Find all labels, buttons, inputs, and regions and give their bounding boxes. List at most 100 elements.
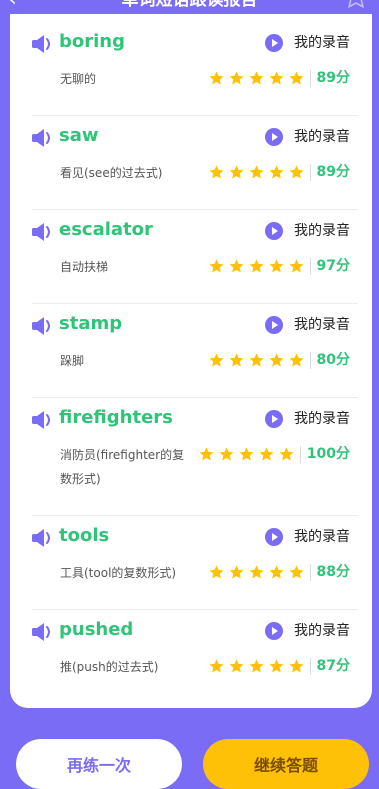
score-row: 88分 [208,560,350,584]
star-rating [208,70,308,87]
word-text: saw [59,125,99,146]
star-icon [249,258,263,272]
speaker-icon[interactable] [32,35,54,53]
speaker-icon[interactable] [32,129,54,147]
score-value: 89分 [316,164,350,180]
play-icon[interactable] [265,128,283,146]
star-icon [279,446,294,460]
list-item: pushed 我的录音 推(push的过去式) 87分 [10,610,372,704]
star-icon [269,352,283,366]
star-rating [198,446,298,463]
star-icon [269,164,283,178]
play-icon[interactable] [265,34,283,52]
list-item: saw 我的录音看见(see的过去式) 89分 [10,116,372,210]
score-row: 89分 [208,66,350,90]
star-icon [269,258,283,272]
score-separator [309,563,311,581]
play-icon[interactable] [265,410,283,428]
speaker-icon[interactable] [32,223,54,241]
score-value: 87分 [316,658,350,674]
speaker-icon[interactable] [32,411,54,429]
play-icon[interactable] [265,222,283,240]
my-recording-label: 我的录音 [294,623,350,639]
my-recording-button[interactable]: 我的录音 [265,219,350,243]
score-value: 89分 [316,70,350,86]
word-text: escalator [59,219,153,240]
report-card: boring 我的录音 无聊的 89分 saw 我的录音 看见(see的过去式) 89分 esc… [10,14,372,708]
star-rating [208,352,308,369]
star-icon [229,164,243,178]
my-recording-button[interactable]: 我的录音 [265,31,350,55]
my-recording-button[interactable]: 我的录音 [265,313,350,337]
my-recording-label: 我的录音 [294,317,350,333]
play-icon[interactable] [265,622,283,640]
score-separator [309,163,311,181]
my-recording-label: 我的录音 [294,129,350,145]
star-icon [259,446,274,460]
score-row: 80分 [208,348,350,372]
score-separator [309,257,311,275]
score-separator [309,351,311,369]
score-row: 97分 [208,254,350,278]
score-value: 100分 [306,446,350,462]
star-decoration-icon [348,0,364,9]
my-recording-button[interactable]: 我的录音 [265,125,350,149]
speaker-icon[interactable] [32,623,54,641]
star-icon [269,70,283,84]
word-text: firefighters [59,407,173,428]
star-rating [208,564,308,581]
practice-again-button[interactable]: 再练一次 [16,739,182,789]
my-recording-button[interactable]: 我的录音 [265,407,350,431]
star-icon [249,164,263,178]
star-icon [289,658,303,672]
star-icon [209,564,223,578]
star-icon [249,564,263,578]
score-separator [309,69,311,87]
star-icon [289,164,303,178]
star-icon [229,564,243,578]
word-meaning: 无聊的 [60,72,97,86]
my-recording-label: 我的录音 [294,411,350,427]
star-icon [249,658,263,672]
page-title: 单词短语跟读报告 [121,0,258,10]
speaker-icon[interactable] [32,317,54,335]
play-icon[interactable] [265,528,283,546]
word-meaning: 看见(see的过去式) [60,166,163,180]
star-icon [229,258,243,272]
star-rating [208,658,308,675]
word-meaning: 跺脚 [60,354,85,368]
list-item: escalator 我的录音 自动扶梯 97分 [10,210,372,304]
score-separator [309,657,311,675]
star-rating [208,164,308,181]
star-icon [249,352,263,366]
score-separator [299,445,301,463]
play-icon[interactable] [265,316,283,334]
star-icon [289,564,303,578]
my-recording-button[interactable]: 我的录音 [265,525,350,549]
score-row: 100分 [198,442,350,466]
header: ‹ 单词短语跟读报告 [0,0,379,14]
my-recording-label: 我的录音 [294,529,350,545]
score-value: 88分 [316,564,350,580]
score-row: 87分 [208,654,350,678]
my-recording-label: 我的录音 [294,223,350,239]
star-icon [289,258,303,272]
word-meaning: 消防员(firefighter的复数形式) [60,448,185,486]
star-icon [209,352,223,366]
star-icon [289,70,303,84]
star-icon [239,446,254,460]
score-value: 97分 [316,258,350,274]
speaker-icon[interactable] [32,529,54,547]
list-item: boring 我的录音无聊的 89分 [10,22,372,116]
star-icon [209,70,223,84]
word-meaning: 推(push的过去式) [60,660,159,674]
list-item: stamp 我的录音 跺脚 80分 [10,304,372,398]
continue-answering-button[interactable]: 继续答题 [203,739,369,789]
star-icon [229,658,243,672]
word-meaning: 工具(tool的复数形式) [60,566,177,580]
star-icon [209,258,223,272]
word-text: boring [59,31,125,52]
score-value: 80分 [316,352,350,368]
my-recording-button[interactable]: 我的录音 [265,619,350,643]
star-icon [209,164,223,178]
